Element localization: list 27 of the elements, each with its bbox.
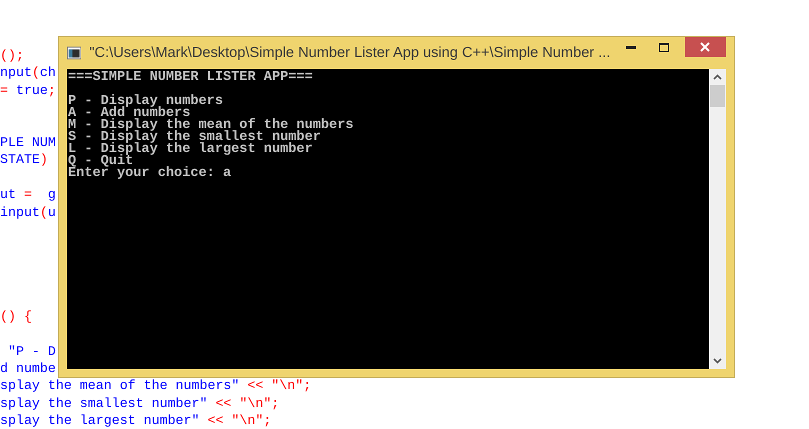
code-line: nput(ch <box>0 64 56 82</box>
scroll-up-icon[interactable] <box>713 74 722 80</box>
console-line: ===SIMPLE NUMBER LISTER APP=== <box>68 72 314 84</box>
code-line: splay the smallest number" << "\n"; <box>0 394 280 412</box>
window-title: "C:\Users\Mark\Desktop\Simple Number Lister App using C++\Simple Number ... <box>89 45 610 61</box>
code-line: () { <box>0 308 32 326</box>
maximize-icon <box>659 42 670 52</box>
code-line: splay the largest number" << "\n"; <box>0 412 272 429</box>
code-line: STATE) <box>0 151 48 169</box>
code-line: PLE NUM <box>0 134 56 152</box>
code-line: (); <box>0 47 24 64</box>
code-line: ut = g <box>0 186 56 204</box>
code-line: "P - D <box>6 342 56 360</box>
console-icon <box>67 46 82 60</box>
minimize-icon <box>626 45 636 49</box>
code-line: d numbe <box>0 360 56 378</box>
console-line: Q - Quit <box>68 156 134 168</box>
code-line: splay the mean of the numbers" << "\n"; <box>0 377 312 395</box>
code-line: = true; <box>0 82 56 100</box>
close-icon <box>700 42 710 52</box>
scroll-thumb[interactable] <box>710 85 725 107</box>
code-line: input(u <box>0 204 56 221</box>
scrollbar[interactable] <box>709 69 726 369</box>
console-line: L - Display the largest number <box>68 144 314 156</box>
console-line: Enter your choice: a <box>68 168 232 180</box>
scroll-down-icon[interactable] <box>713 358 722 364</box>
close-button[interactable] <box>684 37 726 57</box>
